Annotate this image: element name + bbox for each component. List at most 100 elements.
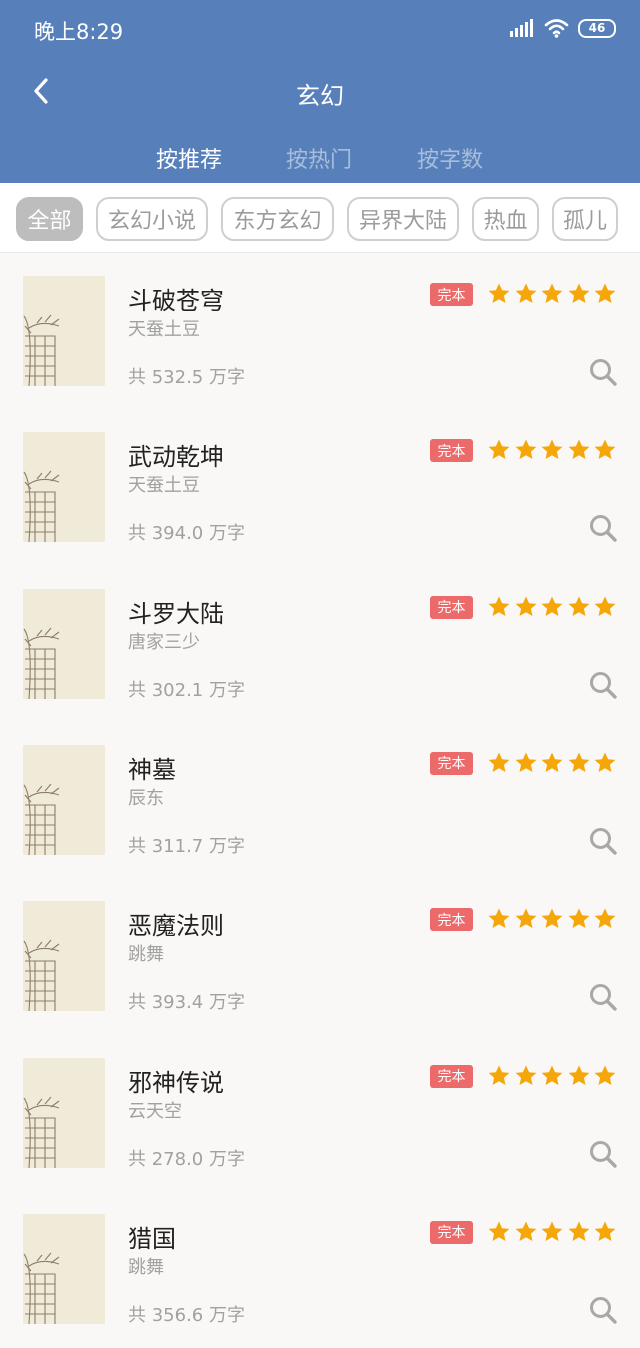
- star-icon: [515, 596, 536, 616]
- book-author: 唐家三少: [128, 631, 200, 653]
- book-item[interactable]: 猎国 跳舞 共 356.6 万字 完本: [0, 1192, 640, 1348]
- star-icon: [594, 1221, 616, 1241]
- rating-stars: [487, 279, 617, 309]
- battery-icon: 46: [578, 18, 616, 38]
- book-item[interactable]: 神墓 辰东 共 311.7 万字 完本: [0, 723, 640, 879]
- page-title: 玄幻: [296, 82, 344, 110]
- book-cover: [23, 432, 105, 543]
- word-count: 共 393.4 万字: [128, 992, 245, 1014]
- word-count: 共 302.1 万字: [128, 679, 245, 701]
- star-icon: [568, 439, 589, 460]
- star-icon: [488, 596, 510, 616]
- filter-chip-orphan[interactable]: 孤儿: [552, 197, 618, 241]
- rating-stars: [487, 1217, 617, 1247]
- tab-word-count[interactable]: 按字数: [417, 142, 483, 174]
- search-button[interactable]: [586, 1293, 620, 1327]
- word-count: 共 356.6 万字: [128, 1304, 245, 1326]
- rating-stars: [487, 748, 617, 778]
- filter-chip-eastern-xuanhuan[interactable]: 东方玄幻: [221, 197, 334, 241]
- search-button[interactable]: [586, 355, 620, 389]
- cover-illustration: [23, 1057, 105, 1168]
- star-icon: [488, 439, 510, 460]
- search-button[interactable]: [586, 1137, 620, 1171]
- star-icon: [515, 752, 536, 772]
- wifi-icon: [544, 19, 569, 38]
- book-item[interactable]: 武动乾坤 天蚕土豆 共 394.0 万字 完本: [0, 410, 640, 566]
- star-icon: [488, 752, 510, 772]
- rating-stars: [487, 435, 617, 465]
- book-item[interactable]: 恶魔法则 跳舞 共 393.4 万字 完本: [0, 879, 640, 1035]
- star-icon: [594, 283, 616, 303]
- book-author: 跳舞: [128, 944, 164, 966]
- filter-chip-all[interactable]: 全部: [16, 197, 83, 241]
- star-icon: [515, 1221, 536, 1241]
- book-author: 辰东: [128, 787, 164, 809]
- star-icon: [488, 283, 510, 303]
- status-icons: 46: [510, 18, 616, 38]
- status-badge: 完本: [430, 1064, 473, 1088]
- star-icon: [541, 283, 563, 303]
- star-icon: [568, 752, 589, 772]
- star-icon: [594, 596, 616, 616]
- book-author: 跳舞: [128, 1256, 164, 1278]
- book-title: 武动乾坤: [128, 443, 224, 472]
- status-badge: 完本: [430, 439, 473, 463]
- cover-illustration: [23, 432, 105, 543]
- book-author: 云天空: [128, 1100, 182, 1122]
- cover-illustration: [23, 744, 105, 855]
- star-icon: [515, 439, 536, 460]
- search-icon: [590, 359, 617, 386]
- book-item[interactable]: 斗破苍穹 天蚕土豆 共 532.5 万字 完本: [0, 254, 640, 410]
- search-icon: [590, 671, 617, 699]
- star-icon: [594, 752, 616, 772]
- search-button[interactable]: [586, 511, 620, 545]
- book-cover: [23, 1213, 105, 1324]
- star-icon: [541, 439, 563, 460]
- star-icon: [541, 1065, 563, 1085]
- star-icon: [488, 908, 510, 929]
- star-icon: [488, 1221, 510, 1241]
- book-cover: [23, 1057, 105, 1168]
- search-button[interactable]: [586, 668, 620, 702]
- filter-chip-xuanhuan-novel[interactable]: 玄幻小说: [96, 197, 208, 241]
- star-icon: [541, 1221, 563, 1241]
- book-cover: [23, 276, 105, 386]
- star-icon: [594, 439, 616, 460]
- star-icon: [541, 908, 563, 929]
- signal-icon: [510, 19, 533, 37]
- status-time: 晚上8:29: [34, 20, 124, 44]
- header: 晚上8:29 46 玄幻 按推荐 按热门 按字数: [0, 0, 640, 183]
- tab-recommended[interactable]: 按推荐: [156, 142, 222, 174]
- search-button[interactable]: [586, 824, 620, 858]
- word-count: 共 278.0 万字: [128, 1148, 245, 1170]
- star-icon: [568, 1221, 589, 1241]
- book-author: 天蚕土豆: [128, 319, 200, 340]
- search-button[interactable]: [586, 980, 620, 1014]
- filter-chip-otherworld[interactable]: 异界大陆: [347, 197, 459, 241]
- star-icon: [515, 1065, 536, 1085]
- book-author: 天蚕土豆: [128, 475, 200, 497]
- word-count: 共 532.5 万字: [128, 367, 245, 388]
- status-badge: 完本: [430, 595, 473, 619]
- rating-stars: [487, 592, 617, 622]
- search-icon: [590, 1140, 617, 1168]
- search-icon: [590, 827, 617, 855]
- cover-illustration: [23, 276, 105, 386]
- star-icon: [594, 908, 616, 929]
- book-title: 斗破苍穹: [128, 287, 224, 315]
- star-icon: [541, 752, 563, 772]
- filter-chip-hot-blooded[interactable]: 热血: [472, 197, 539, 241]
- tab-popular[interactable]: 按热门: [286, 142, 352, 174]
- word-count: 共 394.0 万字: [128, 523, 245, 545]
- search-icon: [590, 984, 617, 1011]
- search-icon: [590, 515, 617, 542]
- book-title: 神墓: [128, 755, 176, 784]
- status-badge: 完本: [430, 283, 473, 306]
- rating-stars: [487, 904, 617, 934]
- book-item[interactable]: 邪神传说 云天空 共 278.0 万字 完本: [0, 1036, 640, 1192]
- star-icon: [515, 908, 536, 929]
- cover-illustration: [23, 588, 105, 699]
- book-item[interactable]: 斗罗大陆 唐家三少 共 302.1 万字 完本: [0, 567, 640, 723]
- book-cover: [23, 744, 105, 855]
- book-title: 猎国: [128, 1224, 176, 1253]
